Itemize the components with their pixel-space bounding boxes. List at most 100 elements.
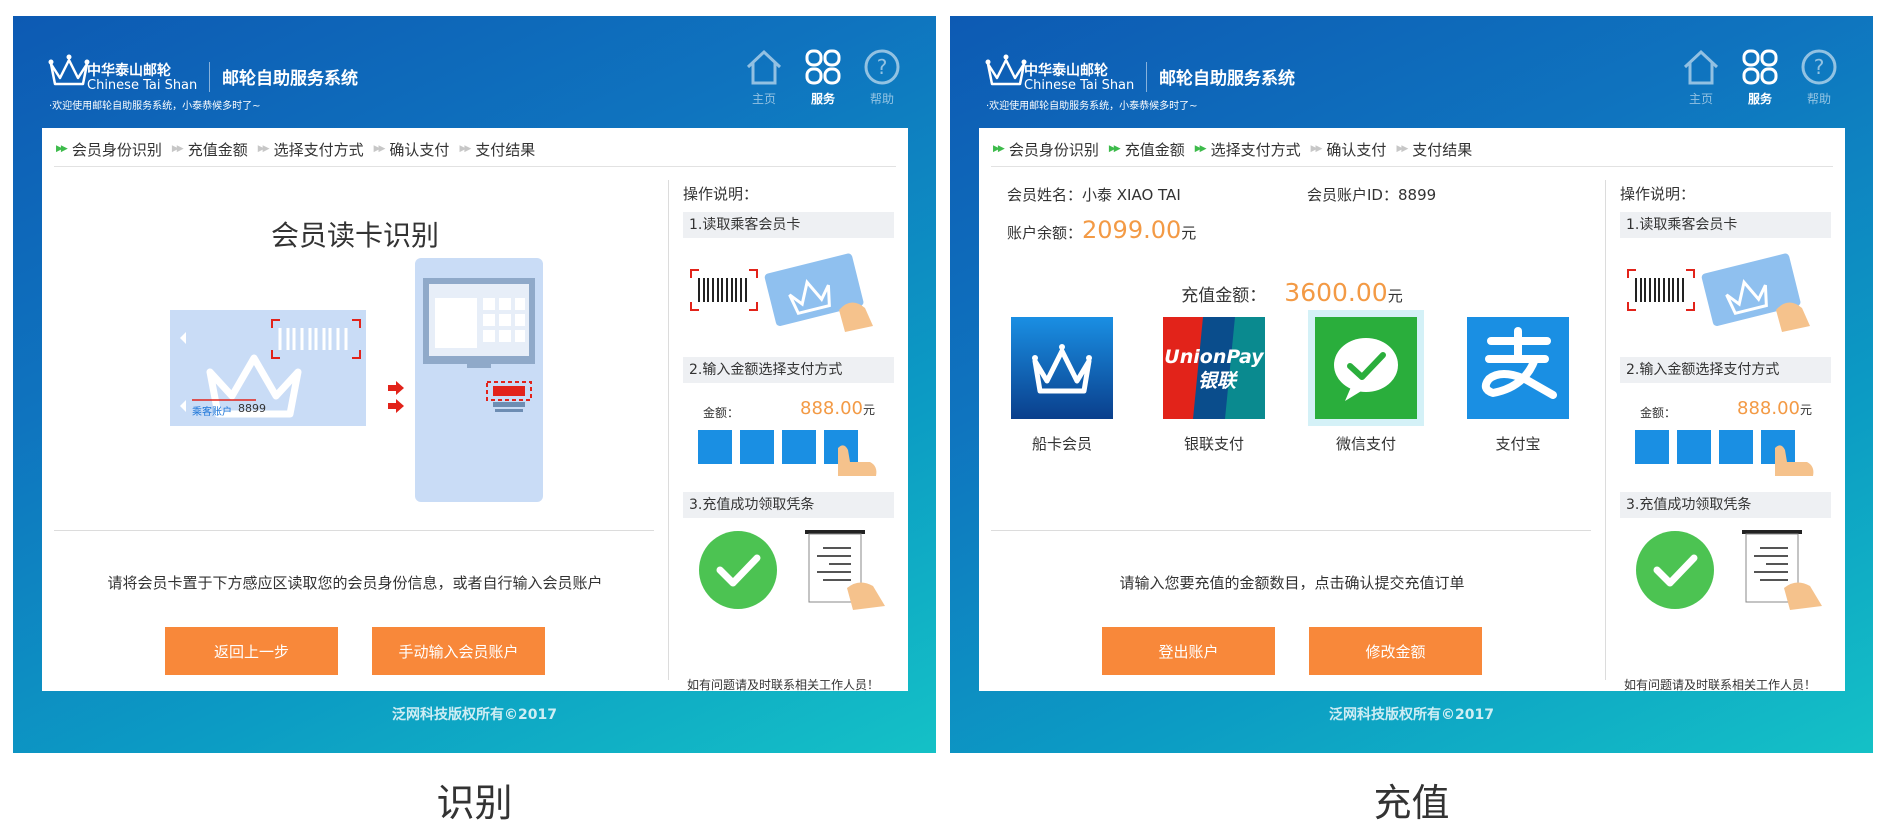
manual-input-button[interactable]: 手动输入会员账户: [372, 627, 545, 675]
content-divider: [54, 530, 654, 531]
recharge-value: 3600.00: [1284, 278, 1388, 307]
help-icon: ?: [1801, 49, 1837, 85]
account-balance: 账户余额：2099.00元: [1007, 216, 1196, 244]
nav-help[interactable]: ? 帮助: [1793, 48, 1845, 107]
ship-card-icon: [1011, 317, 1113, 419]
nav-help-label: 帮助: [1806, 92, 1831, 106]
step-4: ▶▶ 确认支付: [374, 139, 450, 160]
help-step-2: 2.输入金额选择支付方式: [683, 357, 894, 383]
arrow-right-icon: [388, 381, 404, 413]
help-step-3: 3.充值成功领取凭条: [1620, 492, 1831, 518]
nav-help-label: 帮助: [869, 92, 894, 106]
caption-recharge: 充值: [1373, 781, 1450, 825]
step-arrow-icon: ▶▶: [257, 144, 270, 154]
alipay-icon: [1467, 317, 1569, 419]
logout-button[interactable]: 登出账户: [1102, 627, 1275, 675]
nav-service[interactable]: 服务: [1734, 48, 1786, 107]
content-panel: ▶▶ 会员身份识别 ▶▶ 充值金额 ▶▶ 选择支付方式 ▶▶ 确认支付 ▶▶ 支付结果 会…: [42, 128, 908, 692]
step-4: ▶▶ 确认支付: [1311, 139, 1387, 160]
nav-home[interactable]: 主页: [1675, 48, 1727, 107]
help-amount-label: 金额：: [703, 406, 740, 420]
step-arrow-icon: ▶▶: [56, 144, 68, 154]
help-amount-unit: 元: [862, 403, 875, 417]
nav-help[interactable]: ? 帮助: [856, 48, 908, 107]
step-label: 支付结果: [1412, 140, 1473, 159]
home-icon: [1683, 49, 1719, 85]
keypad-illustration: [1635, 430, 1814, 476]
step-3: ▶▶ 选择支付方式: [1195, 139, 1301, 160]
step-label: 选择支付方式: [273, 140, 364, 159]
service-grid-icon: [805, 49, 841, 85]
content-divider: [991, 530, 1591, 531]
help-step-1: 1.读取乘客会员卡: [683, 212, 894, 238]
step-arrow-icon: ▶▶: [993, 144, 1005, 154]
page-title: 会员读卡识别: [270, 219, 439, 252]
help-step-2: 2.输入金额选择支付方式: [1620, 357, 1831, 383]
help-step-1: 1.读取乘客会员卡: [1620, 212, 1831, 238]
step-arrow-icon: ▶▶: [1194, 144, 1207, 154]
member-id-label: 会员账户ID：: [1307, 186, 1398, 204]
help-amount-unit: 元: [1799, 403, 1812, 417]
svg-text:UnionPay: UnionPay: [1164, 346, 1265, 368]
card-account-label: 乘客账户: [192, 407, 232, 418]
svg-text:?: ?: [877, 55, 888, 79]
caption-identification: 识别: [436, 781, 513, 825]
pay-option-label: 银联支付: [1183, 435, 1244, 453]
pay-option-label: 微信支付: [1335, 435, 1396, 453]
member-name: 会员姓名：小泰 XIAO TAI: [1007, 184, 1181, 205]
help-icon: ?: [864, 49, 900, 85]
welcome-text: ·欢迎使用邮轮自助服务系统，小泰恭候多时了~: [986, 101, 1198, 112]
step-3: ▶▶ 选择支付方式: [258, 139, 364, 160]
help-footer: 如有问题请及时联系相关工作人员！: [1624, 678, 1817, 692]
step-1: ▶▶ 会员身份识别: [56, 139, 162, 160]
pay-option-alipay[interactable]: 支付宝: [1466, 317, 1570, 454]
step-2: ▶▶ 充值金额: [172, 139, 248, 160]
step-label: 充值金额: [187, 140, 248, 159]
nav-service[interactable]: 服务: [797, 48, 849, 107]
service-grid-icon: [1742, 49, 1778, 85]
app-title: 邮轮自助服务系统: [1159, 69, 1295, 89]
help-amount-value: 888.00元: [800, 398, 875, 419]
success-check-icon: [1636, 531, 1714, 609]
balance-label: 账户余额：: [1007, 224, 1083, 242]
svg-text:银联: 银联: [1198, 370, 1239, 392]
steps-divider: [991, 166, 1833, 167]
keypad-illustration: [698, 430, 877, 476]
member-id: 会员账户ID：8899: [1307, 184, 1436, 205]
step-arrow-icon: ▶▶: [373, 144, 386, 154]
brand-name-cn: 中华泰山邮轮: [1024, 63, 1108, 79]
nav-service-label: 服务: [1747, 92, 1772, 106]
pay-option-unionpay[interactable]: UnionPay 银联 银联支付: [1162, 317, 1266, 454]
recharge-amount: 充值金额： 3600.00元: [979, 278, 1605, 307]
help-title: 操作说明：: [1620, 185, 1696, 203]
step-breadcrumb: ▶▶ 会员身份识别 ▶▶ 充值金额 ▶▶ 选择支付方式 ▶▶ 确认支付 ▶▶ 支付结果: [993, 136, 1482, 162]
step-5: ▶▶ 支付结果: [459, 139, 535, 160]
step-1: ▶▶ 会员身份识别: [993, 139, 1099, 160]
balance-value: 2099.00: [1082, 216, 1182, 244]
nav-home-label: 主页: [1688, 92, 1713, 106]
back-button[interactable]: 返回上一步: [165, 627, 338, 675]
modify-amount-button[interactable]: 修改金额: [1309, 627, 1482, 675]
member-id-value: 8899: [1397, 186, 1437, 204]
nav-home-label: 主页: [751, 92, 776, 106]
read-card-illustration: [690, 253, 873, 332]
content-panel: ▶▶ 会员身份识别 ▶▶ 充值金额 ▶▶ 选择支付方式 ▶▶ 确认支付 ▶▶ 支付结果 会…: [979, 128, 1845, 692]
step-2: ▶▶ 充值金额: [1109, 139, 1185, 160]
success-check-icon: [699, 531, 777, 609]
step-label: 确认支付: [1326, 140, 1387, 159]
step-5: ▶▶ 支付结果: [1396, 139, 1472, 160]
brand-name-en: Chinese Tai Shan: [1024, 78, 1135, 93]
instruction-text: 请输入您要充值的金额数目，点击确认提交充值订单: [1119, 574, 1465, 592]
copyright: 泛网科技版权所有©2017: [392, 707, 557, 723]
pay-option-wechat[interactable]: 微信支付: [1308, 310, 1424, 454]
step-label: 会员身份识别: [71, 140, 162, 159]
nav-home[interactable]: 主页: [738, 48, 790, 107]
pay-option-ship-card[interactable]: 船卡会员: [1010, 317, 1114, 454]
app-title: 邮轮自助服务系统: [222, 69, 358, 89]
step-arrow-icon: ▶▶: [171, 144, 184, 154]
step-arrow-icon: ▶▶: [459, 144, 471, 154]
column-divider: [668, 180, 669, 680]
receipt-icon: [1742, 530, 1822, 610]
step-label: 会员身份识别: [1008, 140, 1099, 159]
wechat-pay-icon: [1308, 310, 1424, 426]
